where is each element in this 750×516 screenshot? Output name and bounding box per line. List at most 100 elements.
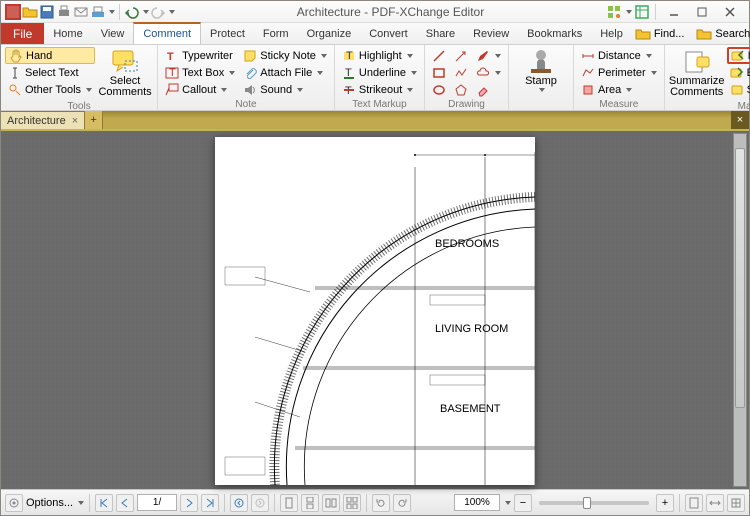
show-comments[interactable]: Show (727, 81, 750, 98)
close-all-tabs[interactable]: × (731, 111, 749, 129)
zoom-slider-knob[interactable] (583, 497, 591, 509)
underline-icon: T (342, 66, 356, 80)
text-box-tool[interactable]: TText Box (162, 64, 238, 81)
tab-convert[interactable]: Convert (360, 23, 417, 44)
summarize-comments[interactable]: Summarize Comments (669, 47, 725, 100)
perimeter-tool[interactable]: Perimeter (578, 64, 660, 81)
polyline-tool[interactable] (451, 64, 471, 81)
export-comments[interactable]: Export (727, 64, 750, 81)
attach-file-tool[interactable]: Attach File (240, 64, 330, 81)
scan-icon[interactable] (90, 4, 106, 20)
prev-view-button[interactable] (230, 494, 248, 512)
layout-facing-cont-icon[interactable] (343, 494, 361, 512)
line-tool[interactable] (429, 47, 449, 64)
tab-share[interactable]: Share (417, 23, 464, 44)
options-gear-icon[interactable] (5, 494, 23, 512)
tab-view[interactable]: View (92, 23, 134, 44)
ui-options-icon[interactable] (606, 4, 622, 20)
tab-help[interactable]: Help (591, 23, 632, 44)
tab-review[interactable]: Review (464, 23, 518, 44)
strikeout-tool[interactable]: TStrikeout (339, 81, 420, 98)
save-icon[interactable] (39, 4, 55, 20)
import-icon (731, 49, 745, 63)
rotate-cw-icon[interactable] (393, 494, 411, 512)
qat-dropdown-icon[interactable] (109, 10, 115, 14)
tab-protect[interactable]: Protect (201, 23, 254, 44)
search-button[interactable]: Search... (693, 24, 750, 44)
callout-tool[interactable]: Callout (162, 81, 238, 98)
close-button[interactable] (717, 3, 743, 21)
tab-bookmarks[interactable]: Bookmarks (518, 23, 591, 44)
tab-form[interactable]: Form (254, 23, 298, 44)
zoom-dropdown[interactable] (505, 501, 511, 505)
tab-home[interactable]: Home (44, 23, 91, 44)
page-input[interactable] (137, 494, 177, 511)
layout-continuous-icon[interactable] (301, 494, 319, 512)
zoom-input[interactable] (454, 494, 500, 511)
oval-tool[interactable] (429, 81, 449, 98)
launch-icon[interactable] (634, 4, 650, 20)
group-drawing: Drawing (425, 45, 509, 110)
underline-tool[interactable]: TUnderline (339, 64, 420, 81)
next-page-button[interactable] (180, 494, 198, 512)
find-button[interactable]: Find... (632, 24, 688, 44)
next-view-button[interactable] (251, 494, 269, 512)
maximize-button[interactable] (689, 3, 715, 21)
group-note: TTypewriter TText Box Callout Sticky Not… (158, 45, 335, 110)
select-text-tool[interactable]: Select Text (5, 64, 95, 81)
zoom-slider[interactable] (539, 501, 649, 505)
file-tab[interactable]: File (1, 23, 44, 44)
group-tools: Hand Select Text Other Tools Select Comm… (1, 45, 158, 110)
print-icon[interactable] (56, 4, 72, 20)
vertical-scrollbar[interactable] (733, 133, 747, 487)
rotate-ccw-icon[interactable] (372, 494, 390, 512)
mail-icon[interactable] (73, 4, 89, 20)
first-page-button[interactable] (95, 494, 113, 512)
document-tab[interactable]: Architecture× (1, 111, 85, 129)
minimize-button[interactable] (661, 3, 687, 21)
prev-page-button[interactable] (116, 494, 134, 512)
show-icon (730, 83, 744, 97)
title-bar: Architecture - PDF-XChange Editor (1, 1, 749, 23)
document-viewport[interactable]: BEDROOMS LIVING ROOM BASEMENT (1, 129, 749, 489)
select-comments-tool[interactable]: Select Comments (97, 47, 153, 100)
highlight-tool[interactable]: THighlight (339, 47, 420, 64)
callout-icon (165, 83, 179, 97)
fit-page-icon[interactable] (685, 494, 703, 512)
tab-organize[interactable]: Organize (298, 23, 361, 44)
undo-icon[interactable] (124, 4, 140, 20)
zoom-out-button[interactable]: − (514, 494, 532, 512)
zoom-in-button[interactable]: + (656, 494, 674, 512)
layout-single-icon[interactable] (280, 494, 298, 512)
layout-facing-icon[interactable] (322, 494, 340, 512)
distance-tool[interactable]: Distance (578, 47, 660, 64)
redo-icon[interactable] (150, 4, 166, 20)
rect-tool[interactable] (429, 64, 449, 81)
hand-tool[interactable]: Hand (5, 47, 95, 64)
typewriter-tool[interactable]: TTypewriter (162, 47, 238, 64)
sound-tool[interactable]: Sound (240, 81, 330, 98)
doc-tab-close-icon[interactable]: × (72, 115, 78, 127)
last-page-button[interactable] (201, 494, 219, 512)
sticky-note-tool[interactable]: Sticky Note (240, 47, 330, 64)
ui-options-dropdown[interactable] (626, 10, 632, 14)
area-tool[interactable]: Area (578, 81, 660, 98)
new-tab-button[interactable]: + (85, 111, 103, 129)
fit-visible-icon[interactable] (727, 494, 745, 512)
options-button[interactable]: Options... (26, 497, 73, 509)
tab-comment[interactable]: Comment (133, 22, 201, 44)
import-comments[interactable]: Import (727, 47, 750, 64)
arrow-tool[interactable] (451, 47, 471, 64)
cloud-tool[interactable] (473, 64, 504, 81)
fit-width-icon[interactable] (706, 494, 724, 512)
perimeter-icon (581, 66, 595, 80)
other-tools[interactable]: Other Tools (5, 81, 95, 98)
stamp-tool[interactable]: Stamp (513, 47, 569, 107)
pencil-tool[interactable] (473, 47, 504, 64)
eraser-icon (476, 83, 490, 97)
undo-dropdown-icon[interactable] (143, 10, 149, 14)
scrollbar-thumb[interactable] (735, 148, 745, 408)
eraser-tool[interactable] (473, 81, 504, 98)
polygon-tool[interactable] (451, 81, 471, 98)
open-icon[interactable] (22, 4, 38, 20)
